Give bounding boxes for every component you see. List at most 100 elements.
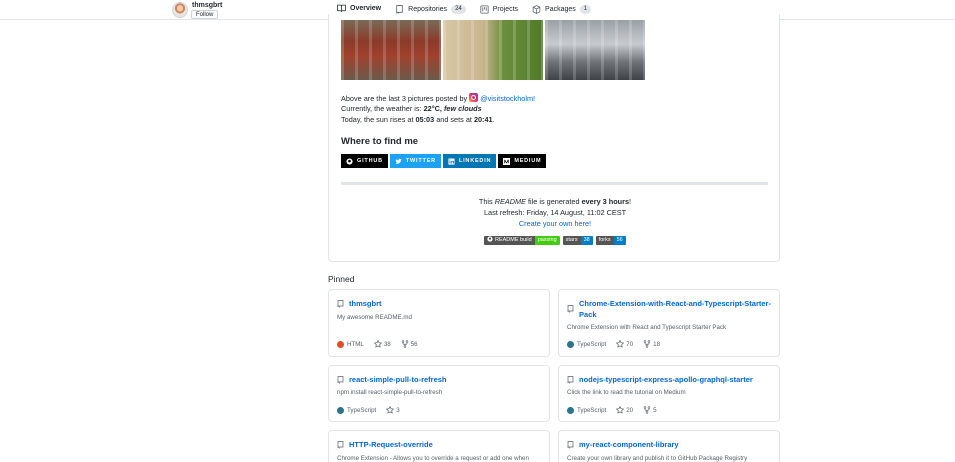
star-icon bbox=[616, 340, 625, 348]
sun-text: Today, the sun rises at bbox=[341, 115, 414, 124]
medium-badge[interactable]: MEDIUM bbox=[498, 154, 547, 168]
repo-language: TypeScript bbox=[577, 340, 607, 348]
github-icon bbox=[346, 157, 353, 165]
weather-temp: 22°C, bbox=[423, 104, 442, 113]
twitter-badge[interactable]: TWITTER bbox=[389, 154, 441, 168]
repo-stars: 20 bbox=[626, 406, 634, 414]
twitter-icon bbox=[395, 158, 402, 164]
stars-badge[interactable]: stars 38 bbox=[562, 236, 593, 245]
stars-link[interactable]: 3 bbox=[386, 406, 400, 414]
repo-name-link[interactable]: my-react-component-library bbox=[579, 439, 679, 450]
repo-stars: 38 bbox=[383, 340, 391, 348]
language-color-dot bbox=[337, 406, 344, 414]
repo-meta: TypeScript 3 bbox=[337, 406, 400, 414]
instagram-photo-1[interactable] bbox=[341, 20, 441, 80]
forks-link[interactable]: 5 bbox=[643, 406, 657, 414]
follow-button[interactable]: Follow bbox=[191, 10, 219, 19]
stars-badge-label: stars bbox=[562, 236, 581, 245]
github-badge[interactable]: GITHUB bbox=[341, 154, 388, 168]
pictures-text: Above are the last 3 pictures posted by bbox=[341, 94, 468, 103]
repo-language: TypeScript bbox=[577, 406, 607, 414]
forks-badge-label: forks bbox=[595, 236, 614, 245]
repo-language: TypeScript bbox=[347, 406, 377, 414]
repo-meta: HTML 38 56 bbox=[337, 340, 418, 348]
package-icon bbox=[532, 5, 541, 14]
forks-link[interactable]: 18 bbox=[643, 340, 660, 348]
twitter-badge-label: TWITTER bbox=[405, 158, 436, 164]
medium-icon bbox=[503, 157, 511, 165]
repo-icon bbox=[567, 305, 574, 313]
sunset-time: 20:41 bbox=[473, 115, 493, 124]
divider bbox=[341, 182, 768, 185]
where-heading: Where to find me bbox=[341, 136, 419, 147]
repo-name-link[interactable]: thmsgbrt bbox=[349, 298, 382, 309]
generated-prefix: This bbox=[478, 197, 493, 206]
pinned-repo-card: react-simple-pull-to-refresh npm install… bbox=[328, 365, 550, 422]
build-badge[interactable]: README build passing bbox=[484, 236, 560, 245]
repo-forks: 18 bbox=[653, 340, 661, 348]
repo-description: My awesome README.md bbox=[337, 314, 412, 321]
tab-overview-label: Overview bbox=[350, 5, 382, 12]
weather-desc: few clouds bbox=[443, 104, 482, 113]
github-badge-label: GITHUB bbox=[357, 158, 383, 164]
language-color-dot bbox=[567, 406, 574, 414]
repo-name-link[interactable]: HTTP-Request-override bbox=[349, 439, 433, 450]
build-badge-status: passing bbox=[534, 236, 560, 245]
stars-link[interactable]: 20 bbox=[616, 406, 633, 414]
fork-icon bbox=[643, 406, 651, 414]
language-color-dot bbox=[337, 340, 344, 348]
repositories-count: 24 bbox=[451, 5, 466, 14]
repo-meta: TypeScript 20 5 bbox=[567, 406, 657, 414]
repo-name-link[interactable]: Chrome-Extension-with-React-and-Typescri… bbox=[579, 298, 771, 320]
generated-line: This README file is generated every 3 ho… bbox=[329, 197, 781, 206]
generated-readme-word: README bbox=[494, 197, 526, 206]
repo-meta: TypeScript 70 18 bbox=[567, 340, 660, 348]
instagram-photo-3[interactable] bbox=[545, 20, 645, 80]
repo-description: Chrome Extension - Allows you to overrid… bbox=[337, 455, 529, 462]
repo-name-link[interactable]: nodejs-typescript-express-apollo-graphql… bbox=[579, 374, 753, 385]
forks-link[interactable]: 56 bbox=[401, 340, 418, 348]
stars-link[interactable]: 70 bbox=[616, 340, 633, 348]
avatar[interactable] bbox=[172, 2, 188, 18]
stars-link[interactable]: 38 bbox=[373, 340, 391, 348]
pictures-line: Above are the last 3 pictures posted by … bbox=[341, 93, 535, 103]
instagram-photos bbox=[341, 20, 645, 80]
instagram-photo-2[interactable] bbox=[443, 20, 543, 80]
packages-count: 1 bbox=[579, 5, 592, 14]
username[interactable]: thmsgbrt bbox=[192, 2, 222, 9]
star-icon bbox=[386, 406, 395, 414]
pinned-repo-card: nodejs-typescript-express-apollo-graphql… bbox=[558, 365, 780, 422]
repo-forks: 56 bbox=[410, 340, 418, 348]
medium-badge-label: MEDIUM bbox=[514, 158, 542, 164]
forks-badge[interactable]: forks 56 bbox=[595, 236, 626, 245]
weather-text: Currently, the weather is: bbox=[341, 104, 422, 113]
pinned-repo-card: HTTP-Request-override Chrome Extension -… bbox=[328, 430, 550, 462]
repo-name-link[interactable]: react-simple-pull-to-refresh bbox=[349, 374, 447, 385]
readme-box: Above are the last 3 pictures posted by … bbox=[328, 14, 780, 262]
repo-stars: 70 bbox=[626, 340, 634, 348]
tab-projects-label: Projects bbox=[492, 6, 519, 13]
repo-description: npm install react-simple-pull-to-refresh bbox=[337, 389, 443, 396]
repo-description: Click the link to read the tutorial on M… bbox=[567, 389, 686, 396]
sun-line: Today, the sun rises at 05:03 and sets a… bbox=[341, 115, 495, 124]
pinned-repo-card: thmsgbrt My awesome README.md HTML 38 56 bbox=[328, 289, 550, 357]
pinned-repo-card: my-react-component-library Create your o… bbox=[558, 430, 780, 462]
linkedin-badge[interactable]: LINKEDIN bbox=[442, 154, 497, 168]
fork-icon bbox=[401, 340, 408, 348]
generated-frequency: every 3 hours bbox=[581, 197, 630, 206]
instagram-link[interactable]: @visitstockholm! bbox=[480, 94, 535, 103]
weather-line: Currently, the weather is: 22°C, few clo… bbox=[341, 104, 482, 113]
build-badge-label: README build bbox=[495, 237, 532, 243]
last-refresh: Last refresh: Friday, 14 August, 11:02 C… bbox=[483, 208, 627, 217]
repo-icon bbox=[396, 5, 403, 14]
language-color-dot bbox=[567, 340, 574, 348]
linkedin-icon bbox=[448, 157, 455, 165]
repo-language: HTML bbox=[347, 340, 364, 348]
repo-description: Chrome Extension with React and Typescri… bbox=[567, 324, 727, 331]
repo-forks: 5 bbox=[653, 406, 657, 414]
tab-packages-label: Packages bbox=[545, 6, 576, 13]
instagram-icon bbox=[469, 93, 479, 102]
book-icon bbox=[337, 4, 346, 12]
generated-end: ! bbox=[629, 197, 632, 206]
create-own-link[interactable]: Create your own here! bbox=[329, 219, 781, 228]
